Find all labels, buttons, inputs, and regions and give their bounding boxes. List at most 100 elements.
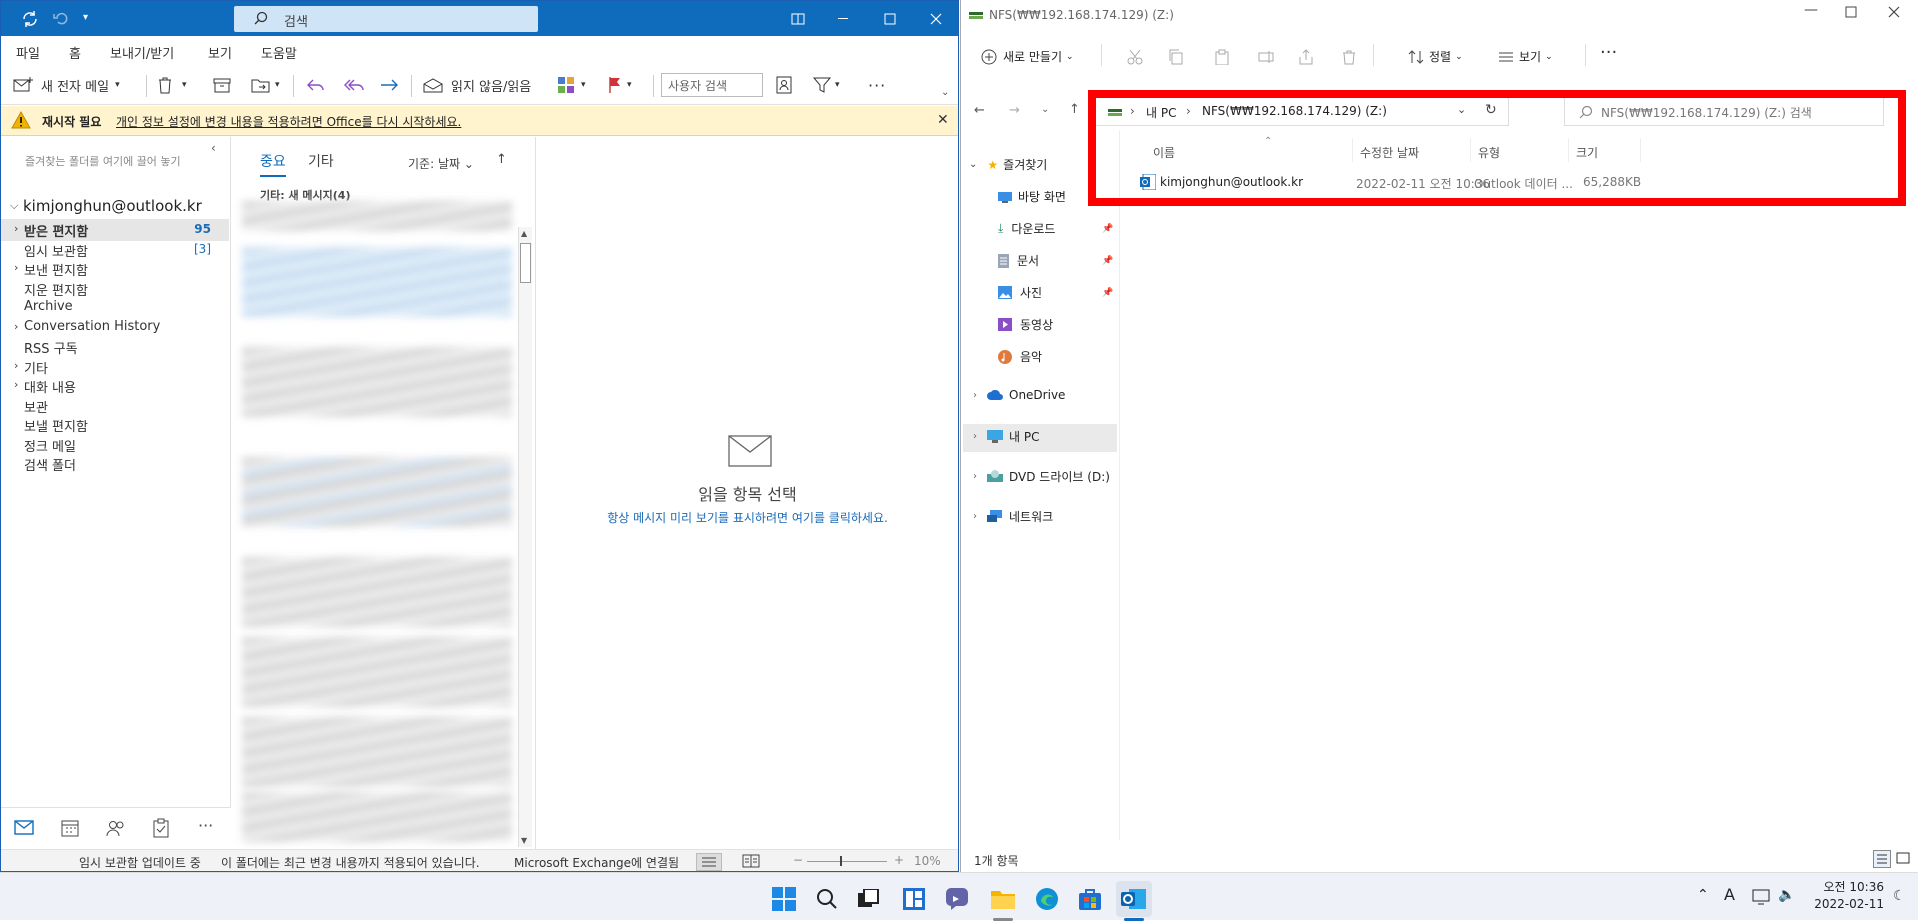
rename-icon[interactable] bbox=[1258, 49, 1274, 65]
folder-item[interactable]: 임시 보관함 [3] bbox=[1, 239, 229, 260]
see-more-icon[interactable]: ··· bbox=[1600, 42, 1617, 63]
move-button[interactable]: ▾ bbox=[251, 73, 280, 97]
close-button[interactable] bbox=[913, 1, 958, 36]
more-modules-icon[interactable]: ··· bbox=[198, 816, 213, 835]
reply-button[interactable] bbox=[306, 73, 326, 97]
pin-icon[interactable]: 📌 bbox=[1102, 224, 1113, 234]
list-item[interactable] bbox=[242, 792, 512, 842]
chevron-right-icon[interactable]: › bbox=[14, 261, 18, 274]
folder-item[interactable]: 보낼 편지함 bbox=[1, 414, 229, 435]
zoom-in-icon[interactable]: + bbox=[894, 853, 904, 867]
tab-send-receive[interactable]: 보내기/받기 bbox=[110, 43, 174, 62]
folder-item[interactable]: Archive bbox=[1, 297, 229, 317]
start-icon[interactable] bbox=[766, 881, 802, 917]
paste-icon[interactable] bbox=[1214, 49, 1230, 65]
cut-icon[interactable] bbox=[1127, 49, 1143, 65]
scrollbar[interactable]: ▲ ▼ bbox=[518, 227, 532, 847]
people-search-input[interactable]: 사용자 검색 bbox=[661, 73, 763, 97]
scroll-thumb[interactable] bbox=[520, 243, 531, 283]
widgets-icon[interactable] bbox=[896, 881, 932, 917]
teams-chat-icon[interactable] bbox=[940, 881, 976, 917]
nav-network[interactable]: › 네트워크 bbox=[973, 508, 1053, 525]
forward-icon[interactable]: → bbox=[1009, 103, 1020, 118]
delete-icon[interactable] bbox=[1341, 49, 1357, 65]
minimize-button[interactable]: — bbox=[1804, 2, 1818, 18]
list-item[interactable] bbox=[242, 347, 512, 417]
zoom-slider-thumb[interactable] bbox=[840, 856, 842, 866]
sort-button[interactable]: 기준: 날짜 ⌄ bbox=[408, 155, 474, 172]
more-commands-icon[interactable]: ··· bbox=[868, 73, 886, 97]
nav-downloads[interactable]: ⤓ 다운로드 📌 bbox=[998, 220, 1113, 237]
clock-time[interactable]: 오전 10:36 bbox=[1814, 878, 1884, 895]
details-view-icon[interactable] bbox=[1873, 850, 1891, 868]
people-icon[interactable] bbox=[106, 819, 126, 837]
pin-icon[interactable]: 📌 bbox=[1102, 288, 1113, 298]
new-button[interactable]: 새로 만들기 ⌄ bbox=[981, 48, 1074, 65]
chevron-right-icon[interactable]: › bbox=[14, 222, 18, 235]
nav-videos[interactable]: 동영상 bbox=[998, 316, 1053, 333]
close-icon[interactable]: ✕ bbox=[937, 112, 949, 128]
store-icon[interactable] bbox=[1072, 881, 1108, 917]
address-book-button[interactable] bbox=[776, 73, 792, 97]
list-item[interactable] bbox=[242, 637, 512, 707]
search-input[interactable]: 검색 bbox=[234, 6, 538, 32]
list-item[interactable] bbox=[242, 717, 512, 787]
edge-icon[interactable] bbox=[1029, 881, 1065, 917]
volume-icon[interactable]: 🔈 bbox=[1778, 887, 1795, 903]
flag-button[interactable]: ▾ bbox=[607, 73, 632, 97]
reply-all-button[interactable] bbox=[343, 73, 365, 97]
nav-dvd-drive[interactable]: › DVD 드라이브 (D:) bbox=[973, 468, 1110, 485]
folder-item[interactable]: 검색 폴더 bbox=[1, 453, 229, 474]
file-explorer-icon[interactable] bbox=[985, 881, 1021, 921]
nav-this-pc[interactable]: › 내 PC bbox=[973, 428, 1039, 445]
tab-file[interactable]: 파일 bbox=[16, 43, 40, 62]
chevron-down-icon[interactable]: ⌵ bbox=[10, 199, 18, 213]
account-name[interactable]: kimjonghun@outlook.kr bbox=[23, 197, 202, 215]
recent-locations-icon[interactable]: ⌄ bbox=[1041, 104, 1049, 115]
nav-documents[interactable]: 문서 📌 bbox=[998, 252, 1113, 269]
delete-button[interactable]: ▾ bbox=[156, 73, 187, 97]
close-button[interactable] bbox=[1888, 6, 1900, 18]
folder-item[interactable]: › 받은 편지함 95 bbox=[1, 219, 229, 240]
nav-pictures[interactable]: 사진 📌 bbox=[998, 284, 1113, 301]
nav-onedrive[interactable]: › OneDrive bbox=[973, 388, 1065, 402]
warning-message-link[interactable]: 개인 정보 설정에 변경 내용을 적용하려면 Office를 다시 시작하세요. bbox=[116, 113, 461, 130]
scroll-up-icon[interactable]: ▲ bbox=[521, 229, 527, 238]
folder-item[interactable]: 보관 bbox=[1, 395, 229, 416]
collapse-pane-icon[interactable]: ‹ bbox=[211, 141, 216, 155]
zoom-out-icon[interactable]: − bbox=[793, 853, 803, 867]
list-item[interactable] bbox=[242, 201, 512, 231]
sort-button[interactable]: 정렬 ⌄ bbox=[1408, 48, 1463, 65]
nav-favorites[interactable]: ⌄ ★ 즐겨찾기 bbox=[969, 156, 1047, 173]
task-view-icon[interactable] bbox=[851, 881, 887, 917]
folder-item[interactable]: › 대화 내용 bbox=[1, 375, 229, 396]
read-unread-button[interactable]: 읽지 않음/읽음 bbox=[423, 73, 531, 97]
reading-view-icon[interactable] bbox=[742, 854, 760, 868]
pin-icon[interactable]: 📌 bbox=[1102, 256, 1113, 266]
coming-soon-icon[interactable] bbox=[775, 1, 821, 36]
folder-item[interactable]: › Conversation History bbox=[1, 317, 229, 337]
tab-focused[interactable]: 중요 bbox=[260, 151, 286, 177]
chevron-right-icon[interactable]: › bbox=[14, 359, 18, 372]
maximize-button[interactable] bbox=[867, 1, 913, 36]
list-item[interactable] bbox=[242, 247, 512, 317]
folder-item[interactable]: 지운 편지함 bbox=[1, 278, 229, 299]
maximize-button[interactable] bbox=[1845, 6, 1857, 18]
network-icon[interactable] bbox=[1752, 889, 1772, 905]
view-button[interactable]: 보기 ⌄ bbox=[1498, 48, 1553, 65]
calendar-icon[interactable] bbox=[61, 819, 79, 837]
folder-item[interactable]: RSS 구독 bbox=[1, 336, 229, 357]
forward-button[interactable] bbox=[379, 73, 399, 97]
share-icon[interactable] bbox=[1298, 49, 1314, 65]
quick-access-dropdown-icon[interactable]: ▾ bbox=[83, 12, 88, 23]
chevron-right-icon[interactable]: › bbox=[14, 378, 18, 391]
tab-home[interactable]: 홈 bbox=[69, 43, 81, 67]
filter-button[interactable]: ▾ bbox=[813, 73, 840, 97]
list-item[interactable] bbox=[242, 557, 512, 627]
undo-icon[interactable] bbox=[53, 10, 69, 26]
folder-item[interactable]: › 보낸 편지함 bbox=[1, 258, 229, 279]
tray-overflow-icon[interactable]: ⌃ bbox=[1697, 887, 1709, 903]
tab-help[interactable]: 도움말 bbox=[261, 43, 297, 62]
minimize-button[interactable] bbox=[821, 1, 867, 36]
folder-item[interactable]: 정크 메일 bbox=[1, 434, 229, 455]
